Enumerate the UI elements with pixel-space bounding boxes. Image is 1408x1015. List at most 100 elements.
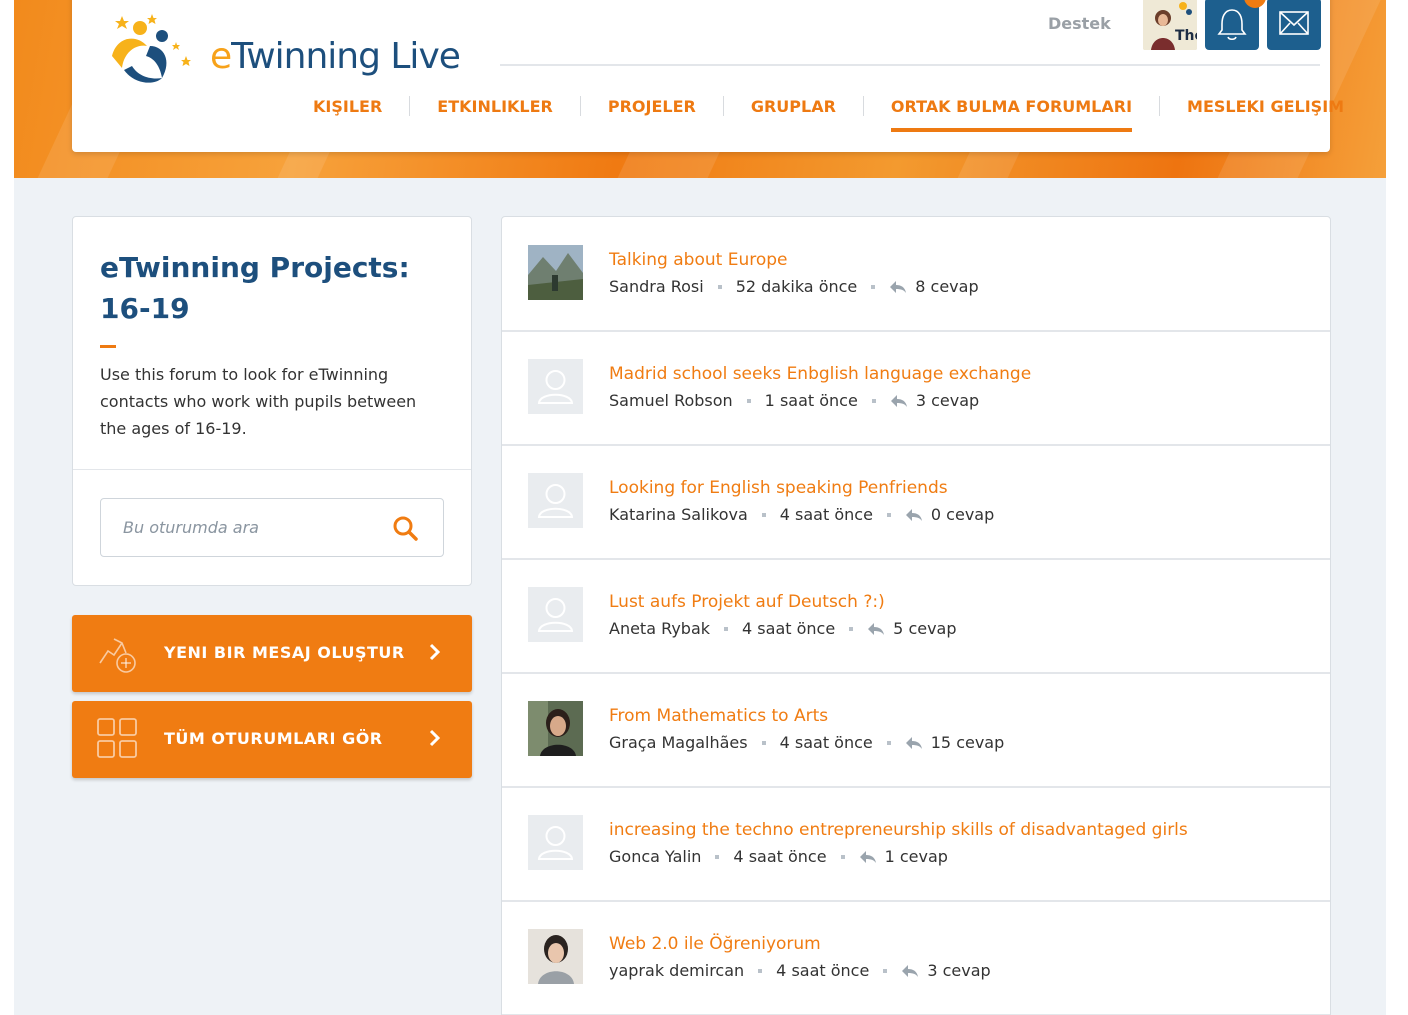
- post-author[interactable]: Aneta Rybak: [609, 619, 710, 638]
- author-avatar[interactable]: [528, 587, 583, 642]
- separator-dot: [871, 398, 876, 403]
- support-link[interactable]: Destek: [1048, 14, 1111, 33]
- post-meta: Aneta Rybak 4 saat önce 5 cevap: [609, 619, 957, 638]
- notifications-button[interactable]: 3: [1205, 0, 1266, 50]
- etwinning-logo[interactable]: eTwinning Live: [102, 6, 482, 86]
- header-divider: [500, 64, 1320, 66]
- new-message-icon: [99, 638, 136, 673]
- separator-dot: [871, 284, 876, 289]
- post-title-link[interactable]: Web 2.0 ile Öğreniyorum: [609, 934, 821, 954]
- list-item[interactable]: From Mathematics to Arts Graça Magalhães…: [502, 673, 1330, 788]
- separator-dot: [883, 968, 888, 973]
- person-photo-icon: [528, 929, 583, 984]
- post-meta: yaprak demircan 4 saat önce 3 cevap: [609, 961, 991, 980]
- nav-gruplar[interactable]: GRUPLAR: [724, 97, 863, 116]
- nav-ortak-bulma-forumlari[interactable]: ORTAK BULMA FORUMLARI: [864, 97, 1159, 132]
- post-title-link[interactable]: Talking about Europe: [609, 250, 787, 270]
- post-title-link[interactable]: Looking for English speaking Penfriends: [609, 478, 948, 498]
- user-placeholder-icon: [528, 587, 583, 642]
- post-meta: Katarina Salikova 4 saat önce 0 cevap: [609, 505, 994, 524]
- post-replies: 3 cevap: [915, 391, 980, 410]
- post-time: 4 saat önce: [776, 961, 870, 980]
- post-title-link[interactable]: Lust aufs Projekt auf Deutsch ?:): [609, 592, 885, 612]
- separator-dot: [715, 854, 720, 859]
- post-time: 4 saat önce: [779, 733, 873, 752]
- reply-icon: [902, 964, 919, 977]
- post-time: 52 dakika önce: [735, 277, 858, 296]
- author-avatar[interactable]: [528, 245, 583, 300]
- nav-kisiler[interactable]: KIŞILER: [286, 97, 409, 116]
- search-placeholder: Bu oturumda ara: [123, 518, 259, 537]
- post-time: 4 saat önce: [733, 847, 827, 866]
- separator-dot: [886, 512, 891, 517]
- user-avatar[interactable]: The: [1143, 0, 1197, 50]
- post-meta: Gonca Yalin 4 saat önce 1 cevap: [609, 847, 948, 866]
- post-title-link[interactable]: From Mathematics to Arts: [609, 706, 828, 726]
- nav-projeler[interactable]: PROJELER: [581, 97, 723, 116]
- nav-mesleki-gelisim[interactable]: MESLEKI GELIŞIM: [1160, 97, 1371, 116]
- separator-dot: [840, 854, 845, 859]
- list-item[interactable]: increasing the techno entrepreneurship s…: [502, 787, 1330, 902]
- reply-icon: [890, 394, 907, 407]
- post-meta: Sandra Rosi 52 dakika önce 8 cevap: [609, 277, 979, 296]
- separator-dot: [717, 284, 722, 289]
- all-sessions-button[interactable]: TÜM OTURUMLARI GÖR: [72, 701, 472, 778]
- forum-title: eTwinning Projects: 16-19: [100, 251, 410, 325]
- title-accent-dash: [100, 345, 116, 348]
- post-author[interactable]: Katarina Salikova: [609, 505, 748, 524]
- post-author[interactable]: Graça Magalhães: [609, 733, 748, 752]
- post-replies: 15 cevap: [930, 733, 1005, 752]
- search-icon[interactable]: [391, 514, 419, 542]
- forum-search-input[interactable]: Bu oturumda ara: [100, 498, 444, 557]
- new-message-label: YENI BIR MESAJ OLUŞTUR: [164, 643, 405, 662]
- separator-dot: [746, 398, 751, 403]
- forum-info-card: eTwinning Projects: 16-19 Use this forum…: [72, 216, 472, 586]
- post-replies: 1 cevap: [884, 847, 948, 866]
- grid-icon: [97, 718, 137, 758]
- post-replies: 0 cevap: [930, 505, 995, 524]
- reply-icon: [890, 280, 907, 293]
- logo-text: eTwinning Live: [210, 36, 461, 77]
- envelope-icon: [1279, 11, 1309, 35]
- separator-dot: [758, 968, 763, 973]
- separator-dot: [886, 740, 891, 745]
- landscape-photo-icon: [528, 245, 583, 300]
- nav-etkinlikler[interactable]: ETKINLIKLER: [410, 97, 580, 116]
- messages-button[interactable]: [1267, 0, 1321, 50]
- list-item[interactable]: Looking for English speaking Penfriends …: [502, 445, 1330, 560]
- post-author[interactable]: Gonca Yalin: [609, 847, 701, 866]
- post-title-link[interactable]: Madrid school seeks Enbglish language ex…: [609, 364, 1031, 384]
- user-placeholder-icon: [528, 815, 583, 870]
- user-placeholder-icon: [528, 473, 583, 528]
- post-time: 4 saat önce: [742, 619, 836, 638]
- separator-dot: [761, 740, 766, 745]
- post-replies: 5 cevap: [893, 619, 957, 638]
- forum-description: Use this forum to look for eTwinning con…: [100, 365, 417, 438]
- author-avatar[interactable]: [528, 815, 583, 870]
- list-item[interactable]: Lust aufs Projekt auf Deutsch ?:) Aneta …: [502, 559, 1330, 674]
- reply-icon: [905, 736, 922, 749]
- post-title-link[interactable]: increasing the techno entrepreneurship s…: [609, 820, 1188, 840]
- post-author[interactable]: yaprak demircan: [609, 961, 744, 980]
- post-replies: 3 cevap: [927, 961, 991, 980]
- separator-dot: [849, 626, 854, 631]
- author-avatar[interactable]: [528, 359, 583, 414]
- post-meta: Graça Magalhães 4 saat önce 15 cevap: [609, 733, 1004, 752]
- reply-icon: [868, 622, 885, 635]
- page: eTwinning Live Destek The 3: [14, 0, 1386, 1015]
- list-item[interactable]: Talking about Europe Sandra Rosi 52 daki…: [502, 217, 1330, 332]
- post-author[interactable]: Samuel Robson: [609, 391, 733, 410]
- separator-dot: [724, 626, 729, 631]
- author-avatar[interactable]: [528, 701, 583, 756]
- post-meta: Samuel Robson 1 saat önce 3 cevap: [609, 391, 979, 410]
- chevron-right-icon: [429, 643, 441, 661]
- person-photo-icon: [528, 701, 583, 756]
- list-item[interactable]: Web 2.0 ile Öğreniyorum yaprak demircan …: [502, 901, 1330, 1015]
- post-author[interactable]: Sandra Rosi: [609, 277, 704, 296]
- new-message-button[interactable]: YENI BIR MESAJ OLUŞTUR: [72, 615, 472, 692]
- avatar-caption: The: [1175, 28, 1197, 44]
- author-avatar[interactable]: [528, 473, 583, 528]
- list-item[interactable]: Madrid school seeks Enbglish language ex…: [502, 331, 1330, 446]
- author-avatar[interactable]: [528, 929, 583, 984]
- post-time: 4 saat önce: [779, 505, 873, 524]
